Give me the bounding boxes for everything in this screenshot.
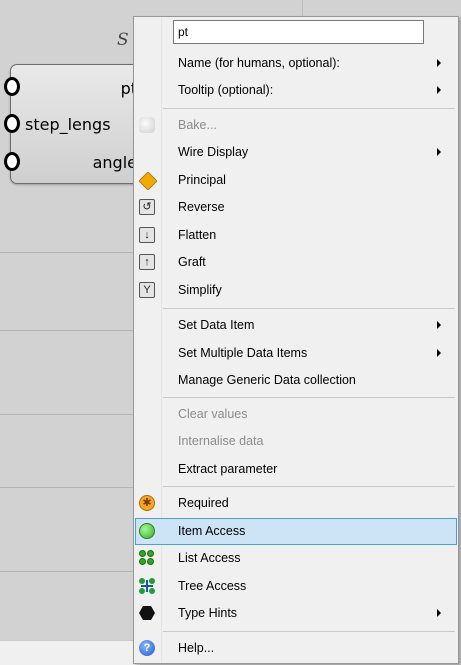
submenu-arrow-icon bbox=[437, 148, 441, 156]
menu-item-label: Name (for humans, optional): bbox=[178, 56, 340, 70]
help-icon: ? bbox=[139, 640, 155, 656]
menu-item-set-multiple-data-items[interactable]: Set Multiple Data Items bbox=[135, 340, 457, 367]
menu-item-simplify[interactable]: Y Simplify bbox=[135, 277, 457, 304]
param-name-input[interactable]: pt bbox=[173, 20, 424, 44]
item-access-icon bbox=[139, 523, 155, 539]
menu-separator bbox=[163, 631, 455, 632]
menu-item-label: Internalise data bbox=[178, 434, 264, 448]
menu-item-label: Item Access bbox=[178, 524, 246, 538]
menu-item-bake[interactable]: Bake... bbox=[135, 112, 457, 139]
menu-item-label: Required bbox=[178, 496, 229, 510]
menu-item-label: Tooltip (optional): bbox=[178, 83, 274, 97]
menu-item-principal[interactable]: Principal bbox=[135, 167, 457, 194]
component-nickname: S bbox=[117, 30, 129, 50]
input-param-angle[interactable]: angle bbox=[93, 153, 137, 172]
menu-item-label: Graft bbox=[178, 255, 206, 269]
submenu-arrow-icon bbox=[437, 609, 441, 617]
menu-item-label: Manage Generic Data collection bbox=[178, 373, 356, 387]
tree-access-icon bbox=[139, 578, 155, 594]
menu-item-label: Reverse bbox=[178, 200, 225, 214]
menu-item-label: Set Data Item bbox=[178, 318, 255, 332]
canvas-divider bbox=[0, 571, 140, 572]
input-param-step-lengs[interactable]: step_lengs bbox=[25, 115, 111, 134]
principal-icon bbox=[138, 171, 158, 191]
menu-item-label: Flatten bbox=[178, 228, 217, 242]
menu-item-label: Tree Access bbox=[178, 579, 247, 593]
menu-item-help[interactable]: ? Help... bbox=[135, 635, 457, 662]
type-hints-icon bbox=[139, 605, 155, 621]
canvas-divider bbox=[0, 414, 140, 415]
menu-item-item-access[interactable]: Item Access bbox=[135, 518, 457, 545]
list-access-icon bbox=[139, 550, 155, 566]
simplify-icon: Y bbox=[139, 282, 155, 298]
menu-item-list-access[interactable]: List Access bbox=[135, 545, 457, 572]
menu-separator bbox=[163, 108, 455, 109]
menu-item-label: Set Multiple Data Items bbox=[178, 346, 308, 360]
submenu-arrow-icon bbox=[437, 349, 441, 357]
input-grip-angle[interactable] bbox=[4, 152, 20, 171]
menu-item-label: Principal bbox=[178, 173, 226, 187]
canvas-divider bbox=[0, 252, 140, 253]
submenu-arrow-icon bbox=[437, 321, 441, 329]
menu-item-manage-generic-data[interactable]: Manage Generic Data collection bbox=[135, 367, 457, 394]
submenu-arrow-icon bbox=[437, 59, 441, 67]
menu-item-required[interactable]: ✱ Required bbox=[135, 490, 457, 517]
menu-item-tooltip[interactable]: Tooltip (optional): bbox=[135, 77, 457, 104]
menu-item-flatten[interactable]: ↓ Flatten bbox=[135, 222, 457, 249]
menu-item-label: Help... bbox=[178, 641, 215, 655]
menu-item-reverse[interactable]: ↺ Reverse bbox=[135, 194, 457, 221]
input-grip-step-lengs[interactable] bbox=[4, 114, 20, 133]
menu-item-set-data-item[interactable]: Set Data Item bbox=[135, 312, 457, 339]
submenu-arrow-icon bbox=[437, 86, 441, 94]
menu-item-name[interactable]: Name (for humans, optional): bbox=[135, 50, 457, 77]
menu-item-label: Simplify bbox=[178, 283, 222, 297]
status-bar bbox=[0, 640, 140, 665]
menu-item-label: Wire Display bbox=[178, 145, 249, 159]
menu-item-type-hints[interactable]: Type Hints bbox=[135, 600, 457, 627]
menu-item-internalise-data[interactable]: Internalise data bbox=[135, 428, 457, 455]
menu-item-clear-values[interactable]: Clear values bbox=[135, 401, 457, 428]
bake-icon bbox=[139, 117, 155, 133]
canvas-divider bbox=[0, 330, 140, 331]
menu-item-label: List Access bbox=[178, 551, 241, 565]
required-icon: ✱ bbox=[139, 495, 155, 511]
menu-separator bbox=[163, 397, 455, 398]
menu-item-label: Clear values bbox=[178, 407, 248, 421]
reverse-icon: ↺ bbox=[139, 199, 155, 215]
menu-item-extract-parameter[interactable]: Extract parameter bbox=[135, 456, 457, 483]
canvas-divider bbox=[0, 487, 140, 488]
menu-item-label: Bake... bbox=[178, 118, 217, 132]
input-grip-pt[interactable] bbox=[4, 77, 20, 96]
menu-item-tree-access[interactable]: Tree Access bbox=[135, 573, 457, 600]
grasshopper-component[interactable]: pt step_lengs angle bbox=[4, 64, 152, 184]
menu-item-label: Type Hints bbox=[178, 606, 238, 620]
menu-item-graft[interactable]: ↑ Graft bbox=[135, 249, 457, 276]
graft-icon: ↑ bbox=[139, 254, 155, 270]
menu-separator bbox=[163, 308, 455, 309]
flatten-icon: ↓ bbox=[139, 227, 155, 243]
menu-item-wire-display[interactable]: Wire Display bbox=[135, 139, 457, 166]
menu-separator bbox=[163, 486, 455, 487]
menu-item-label: Extract parameter bbox=[178, 462, 278, 476]
